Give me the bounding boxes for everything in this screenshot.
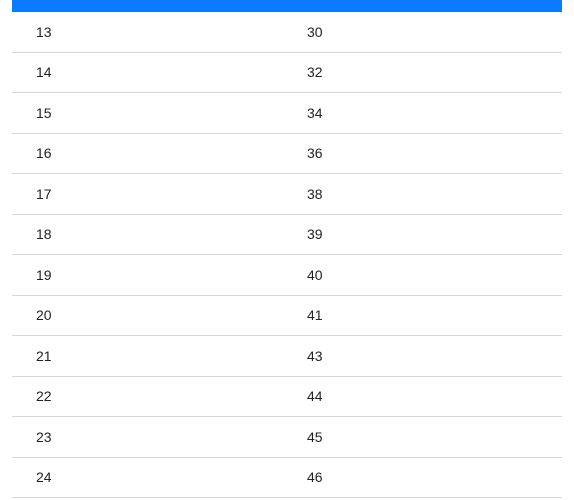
cell-left: 22: [12, 388, 307, 404]
cell-left: 15: [12, 105, 307, 121]
cell-right: 40: [307, 267, 562, 283]
cell-left: 14: [12, 64, 307, 80]
cell-right: 41: [307, 307, 562, 323]
table-row: 15 34: [12, 93, 562, 134]
cell-left: 24: [12, 469, 307, 485]
table-row: 22 44: [12, 377, 562, 418]
cell-left: 13: [12, 24, 307, 40]
table-row: 24 46: [12, 458, 562, 499]
table-row: 21 43: [12, 336, 562, 377]
table-row: 14 32: [12, 53, 562, 94]
table-row: 17 38: [12, 174, 562, 215]
cell-right: 39: [307, 226, 562, 242]
table-row: 20 41: [12, 296, 562, 337]
cell-right: 44: [307, 388, 562, 404]
cell-right: 32: [307, 64, 562, 80]
cell-left: 19: [12, 267, 307, 283]
cell-left: 21: [12, 348, 307, 364]
table-row: 13 30: [12, 12, 562, 53]
cell-left: 20: [12, 307, 307, 323]
table-header-bar: [12, 0, 562, 12]
cell-right: 38: [307, 186, 562, 202]
cell-right: 45: [307, 429, 562, 445]
conversion-table: 13 30 14 32 15 34 16 36 17 38 18 39 19 4…: [12, 12, 562, 498]
cell-left: 18: [12, 226, 307, 242]
cell-left: 16: [12, 145, 307, 161]
cell-right: 46: [307, 469, 562, 485]
table-row: 23 45: [12, 417, 562, 458]
cell-right: 30: [307, 24, 562, 40]
cell-right: 34: [307, 105, 562, 121]
table-row: 19 40: [12, 255, 562, 296]
cell-left: 17: [12, 186, 307, 202]
cell-left: 23: [12, 429, 307, 445]
cell-right: 36: [307, 145, 562, 161]
cell-right: 43: [307, 348, 562, 364]
table-row: 18 39: [12, 215, 562, 256]
table-row: 16 36: [12, 134, 562, 175]
